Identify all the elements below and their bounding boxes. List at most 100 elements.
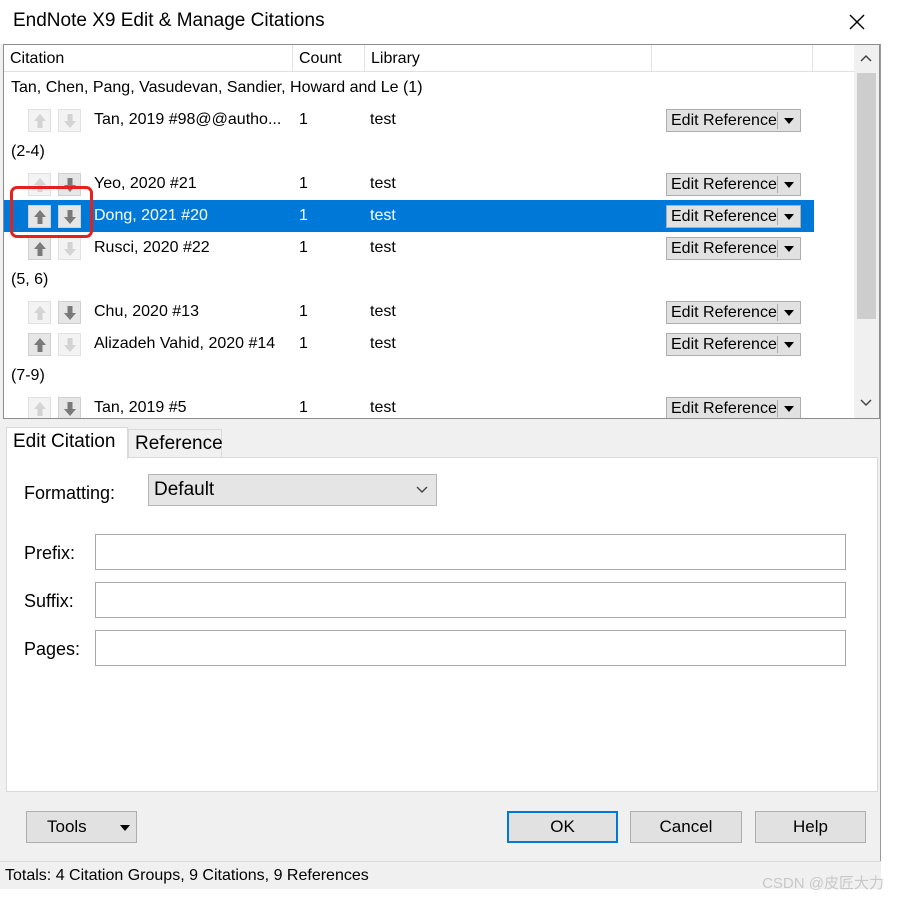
- suffix-label: Suffix:: [24, 591, 74, 611]
- tab-reference[interactable]: Reference: [128, 429, 223, 457]
- arrow-down-icon: [64, 178, 76, 192]
- arrow-up-icon: [34, 242, 46, 256]
- column-header-library[interactable]: Library: [365, 45, 652, 72]
- dropdown-separator: [777, 240, 778, 257]
- citation-count: 1: [299, 303, 308, 320]
- dropdown-separator: [777, 336, 778, 353]
- dropdown-arrow-icon: [784, 310, 794, 316]
- citation-count: 1: [299, 207, 308, 224]
- tools-button-label: Tools: [47, 817, 87, 836]
- edit-citation-panel: [6, 457, 878, 792]
- tab-edit-citation[interactable]: Edit Citation: [6, 427, 128, 459]
- citation-text: Chu, 2020 #13: [94, 303, 199, 320]
- column-header-citation[interactable]: Citation: [4, 45, 293, 72]
- arrow-up-icon: [34, 306, 46, 320]
- edit-reference-button[interactable]: Edit Reference: [666, 237, 801, 260]
- move-up-button[interactable]: [28, 237, 51, 260]
- arrow-up-icon: [34, 338, 46, 352]
- citation-text: Tan, 2019 #98@@autho...: [94, 111, 282, 128]
- close-button[interactable]: [841, 6, 873, 38]
- tools-button[interactable]: Tools: [26, 811, 137, 843]
- watermark: CSDN @皮匠大力: [762, 875, 884, 892]
- column-header-count[interactable]: Count: [293, 45, 365, 72]
- citation-row[interactable]: Chu, 2020 #13 1 test Edit Reference: [4, 296, 814, 328]
- citation-group-4: (7-9): [11, 367, 45, 384]
- move-down-button[interactable]: [58, 301, 81, 324]
- move-down-button[interactable]: [58, 333, 81, 356]
- move-up-button[interactable]: [28, 109, 51, 132]
- citation-count: 1: [299, 175, 308, 192]
- move-up-button[interactable]: [28, 173, 51, 196]
- edit-reference-label: Edit Reference: [671, 176, 777, 193]
- dropdown-arrow-icon: [784, 182, 794, 188]
- arrow-up-icon: [34, 210, 46, 224]
- citation-row[interactable]: Tan, 2019 #98@@autho... 1 test Edit Referen…: [4, 104, 814, 136]
- edit-reference-button[interactable]: Edit Reference: [666, 205, 801, 228]
- edit-reference-button[interactable]: Edit Reference: [666, 109, 801, 132]
- citation-text: Dong, 2021 #20: [94, 207, 208, 224]
- citation-library: test: [370, 175, 396, 192]
- edit-reference-button[interactable]: Edit Reference: [666, 301, 801, 324]
- citation-list[interactable]: Citation Count Library Tan, Chen, Pang, …: [3, 44, 880, 419]
- citation-text: Tan, 2019 #5: [94, 399, 187, 416]
- vertical-scrollbar[interactable]: [854, 45, 879, 418]
- totals-text: Totals: 4 Citation Groups, 9 Citations, …: [5, 867, 369, 884]
- move-down-button[interactable]: [58, 205, 81, 228]
- dropdown-arrow-icon: [120, 825, 130, 831]
- scroll-thumb[interactable]: [857, 73, 876, 319]
- cancel-button[interactable]: Cancel: [630, 811, 742, 843]
- citation-count: 1: [299, 111, 308, 128]
- citation-library: test: [370, 303, 396, 320]
- citation-row[interactable]: Tan, 2019 #5 1 test Edit Reference: [4, 392, 814, 418]
- prefix-label: Prefix:: [24, 543, 76, 563]
- move-up-button[interactable]: [28, 397, 51, 418]
- citation-library: test: [370, 239, 396, 256]
- edit-reference-button[interactable]: Edit Reference: [666, 333, 801, 356]
- citation-text: Yeo, 2020 #21: [94, 175, 197, 192]
- move-up-button[interactable]: [28, 333, 51, 356]
- dropdown-separator: [777, 112, 778, 129]
- chevron-up-icon: [860, 54, 872, 62]
- move-down-button[interactable]: [58, 397, 81, 418]
- chevron-down-icon: [860, 399, 872, 407]
- pages-field[interactable]: [95, 630, 846, 666]
- chevron-down-icon: [416, 486, 428, 493]
- formatting-label: Formatting:: [24, 483, 116, 503]
- window-title: EndNote X9 Edit & Manage Citations: [13, 10, 325, 31]
- citation-row[interactable]: Yeo, 2020 #21 1 test Edit Reference: [4, 168, 814, 200]
- arrow-up-icon: [34, 402, 46, 416]
- manage-citations-window: EndNote X9 Edit & Manage Citations Citat…: [0, 0, 881, 889]
- citation-text: Alizadeh Vahid, 2020 #14: [94, 335, 276, 352]
- move-down-button[interactable]: [58, 109, 81, 132]
- dropdown-arrow-icon: [784, 406, 794, 412]
- dropdown-separator: [777, 208, 778, 225]
- arrow-down-icon: [64, 114, 76, 128]
- citation-group-3: (5, 6): [11, 271, 49, 288]
- edit-reference-label: Edit Reference: [671, 304, 777, 321]
- dropdown-arrow-icon: [784, 342, 794, 348]
- citation-row[interactable]: Rusci, 2020 #22 1 test Edit Reference: [4, 232, 814, 264]
- arrow-down-icon: [64, 338, 76, 352]
- scroll-up-button[interactable]: [854, 45, 879, 73]
- citation-row[interactable]: Alizadeh Vahid, 2020 #14 1 test Edit Refere…: [4, 328, 814, 360]
- move-down-button[interactable]: [58, 173, 81, 196]
- prefix-field[interactable]: [95, 534, 846, 570]
- dropdown-arrow-icon: [784, 214, 794, 220]
- citation-text: Rusci, 2020 #22: [94, 239, 210, 256]
- move-up-button[interactable]: [28, 205, 51, 228]
- formatting-select-value: Default: [154, 479, 215, 500]
- ok-button[interactable]: OK: [507, 811, 618, 843]
- edit-reference-button[interactable]: Edit Reference: [666, 397, 801, 418]
- citation-library: test: [370, 335, 396, 352]
- citation-row[interactable]: Dong, 2021 #20 1 test Edit Reference: [4, 200, 814, 232]
- arrow-down-icon: [64, 402, 76, 416]
- help-button[interactable]: Help: [755, 811, 866, 843]
- formatting-select[interactable]: Default: [148, 474, 437, 506]
- move-up-button[interactable]: [28, 301, 51, 324]
- edit-reference-button[interactable]: Edit Reference: [666, 173, 801, 196]
- scroll-down-button[interactable]: [854, 390, 879, 418]
- suffix-field[interactable]: [95, 582, 846, 618]
- move-down-button[interactable]: [58, 237, 81, 260]
- arrow-down-icon: [64, 210, 76, 224]
- title-bar: EndNote X9 Edit & Manage Citations: [0, 0, 881, 44]
